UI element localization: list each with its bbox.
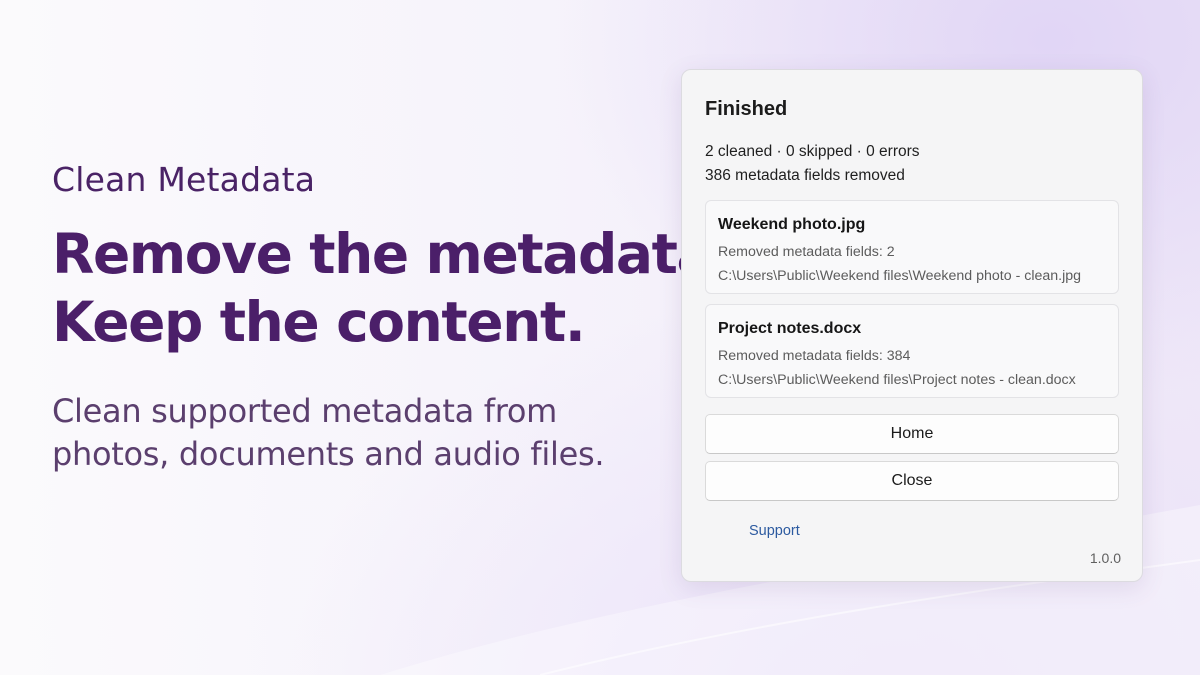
version-label: 1.0.0 [1089,550,1121,566]
subcopy-line-1: Clean supported metadata from [52,391,558,430]
subcopy-line-2: photos, documents and audio files. [52,434,605,473]
results-summary: 2 cleaned · 0 skipped · 0 errors 386 met… [705,140,920,188]
file-output-path: C:\Users\Public\Weekend files\Project no… [718,372,1076,388]
headline-line-2: Keep the content. [52,289,586,354]
app-brand-name: Clean Metadata [52,160,316,199]
file-output-path: C:\Users\Public\Weekend files\Weekend ph… [718,268,1082,284]
close-button[interactable]: Close [705,461,1119,501]
hero-section: Clean Metadata Remove the metadata. Keep… [52,160,733,476]
file-result-item: Project notes.docx Removed metadata fiel… [705,304,1119,398]
summary-counts: 2 cleaned · 0 skipped · 0 errors [705,143,920,160]
file-removed-count: Removed metadata fields: 2 [718,244,895,260]
home-button[interactable]: Home [705,414,1119,454]
file-name: Project notes.docx [718,320,862,337]
dialog-title: Finished [705,98,788,120]
headline-line-1: Remove the metadata. [52,221,733,286]
support-link[interactable]: Support [749,523,800,539]
file-result-item: Weekend photo.jpg Removed metadata field… [705,200,1119,294]
results-dialog: Finished 2 cleaned · 0 skipped · 0 error… [681,69,1143,582]
subcopy: Clean supported metadata from photos, do… [52,390,652,476]
headline: Remove the metadata. Keep the content. [52,220,733,356]
file-name: Weekend photo.jpg [718,216,866,233]
summary-fields-removed: 386 metadata fields removed [705,167,905,184]
file-removed-count: Removed metadata fields: 384 [718,348,911,364]
